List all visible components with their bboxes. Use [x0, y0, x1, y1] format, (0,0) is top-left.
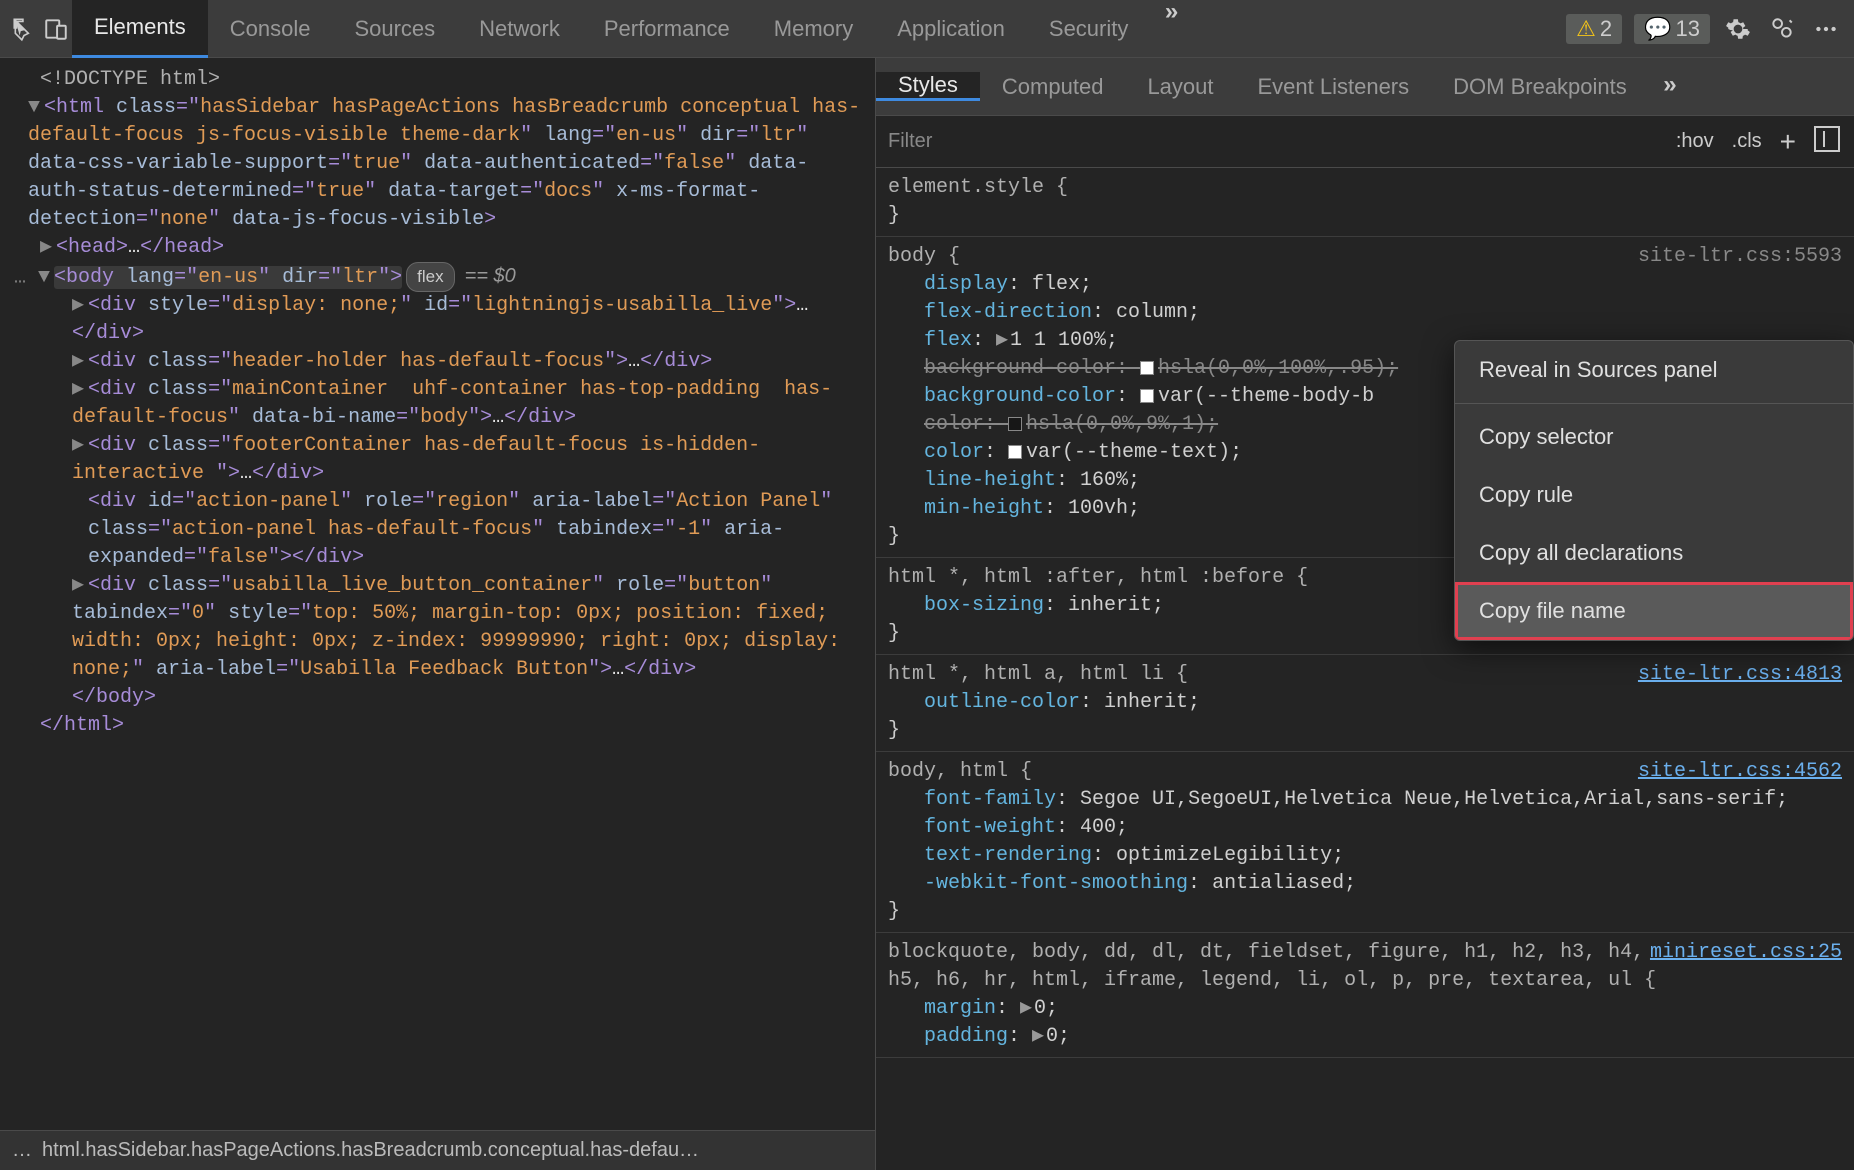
color-swatch-icon[interactable]	[1140, 389, 1154, 403]
main-toolbar: Elements Console Sources Network Perform…	[0, 0, 1854, 58]
div-lightning[interactable]: ▶<div style="display: none;" id="lightni…	[14, 292, 865, 348]
main-area: <!DOCTYPE html> ▼<html class="hasSidebar…	[0, 58, 1854, 1170]
breadcrumb-dots: …	[12, 1139, 32, 1162]
menu-copy-declarations[interactable]: Copy all declarations	[1455, 524, 1853, 582]
tab-performance[interactable]: Performance	[582, 0, 752, 58]
color-swatch-icon[interactable]	[1008, 445, 1022, 459]
settings-icon[interactable]	[1722, 13, 1754, 45]
toolbar-left	[0, 13, 72, 45]
body-html-rule[interactable]: site-ltr.css:4562 body, html { font-fami…	[876, 752, 1854, 933]
dollar-zero: == $0	[465, 265, 516, 287]
cls-button[interactable]: .cls	[1732, 130, 1762, 153]
toolbar-right: 2 13	[1566, 13, 1854, 45]
reset-rule[interactable]: minireset.css:25 blockquote, body, dd, d…	[876, 933, 1854, 1058]
div-main[interactable]: ▶<div class="mainContainer uhf-container…	[14, 376, 865, 432]
menu-copy-rule[interactable]: Copy rule	[1455, 466, 1853, 524]
source-link[interactable]: site-ltr.css:4813	[1638, 661, 1842, 689]
color-swatch-icon[interactable]	[1140, 361, 1154, 375]
customize-icon[interactable]	[1766, 13, 1798, 45]
warning-count: 2	[1600, 16, 1612, 42]
div-header[interactable]: ▶<div class="header-holder has-default-f…	[14, 348, 865, 376]
warnings-badge[interactable]: 2	[1566, 14, 1622, 44]
flex-pill: flex	[406, 262, 454, 292]
message-count: 13	[1676, 16, 1700, 42]
dom-tree[interactable]: <!DOCTYPE html> ▼<html class="hasSidebar…	[0, 58, 875, 1130]
breadcrumb-path[interactable]: html.hasSidebar.hasPageActions.hasBreadc…	[42, 1139, 699, 1162]
tab-computed[interactable]: Computed	[980, 74, 1126, 100]
main-tabs: Elements Console Sources Network Perform…	[72, 0, 1193, 58]
div-usabilla[interactable]: ▶<div class="usabilla_live_button_contai…	[14, 572, 865, 684]
more-icon[interactable]	[1810, 13, 1842, 45]
messages-badge[interactable]: 13	[1634, 14, 1710, 44]
body-close[interactable]: </body>	[14, 684, 865, 712]
html-close[interactable]: </html>	[14, 712, 865, 740]
tab-elements[interactable]: Elements	[72, 0, 208, 58]
element-style-rule[interactable]: element.style { }	[876, 168, 1854, 237]
tab-layout[interactable]: Layout	[1125, 74, 1235, 100]
source-link[interactable]: minireset.css:25	[1650, 939, 1842, 967]
tab-styles[interactable]: Styles	[876, 72, 980, 101]
more-styles-tabs-icon[interactable]: »	[1649, 73, 1691, 100]
breadcrumb[interactable]: … html.hasSidebar.hasPageActions.hasBrea…	[0, 1130, 875, 1170]
head-node[interactable]: ▶<head>…</head>	[14, 234, 865, 262]
warning-icon	[1576, 16, 1596, 42]
styles-content[interactable]: element.style { } site-ltr.css:5593 body…	[876, 168, 1854, 1170]
hov-button[interactable]: :hov	[1676, 130, 1714, 153]
elements-panel: <!DOCTYPE html> ▼<html class="hasSidebar…	[0, 58, 876, 1170]
div-action-panel[interactable]: <div id="action-panel" role="region" ari…	[14, 488, 865, 572]
tab-dom-breakpoints[interactable]: DOM Breakpoints	[1431, 74, 1649, 100]
body-node-selected[interactable]: … ▼<body lang="en-us" dir="ltr">flex== $…	[14, 262, 865, 292]
context-menu: Reveal in Sources panel Copy selector Co…	[1454, 340, 1854, 641]
doctype[interactable]: <!DOCTYPE html>	[14, 66, 865, 94]
styles-tabs: Styles Computed Layout Event Listeners D…	[876, 58, 1854, 116]
tab-memory[interactable]: Memory	[752, 0, 875, 58]
message-icon	[1644, 16, 1671, 42]
tab-security[interactable]: Security	[1027, 0, 1150, 58]
styles-toolbar: :hov .cls +	[876, 116, 1854, 168]
tab-console[interactable]: Console	[208, 0, 333, 58]
tab-event-listeners[interactable]: Event Listeners	[1236, 74, 1432, 100]
source-link[interactable]: site-ltr.css:4562	[1638, 758, 1842, 786]
color-swatch-icon[interactable]	[1008, 417, 1022, 431]
tab-sources[interactable]: Sources	[332, 0, 457, 58]
html-a-li-rule[interactable]: site-ltr.css:4813 html *, html a, html l…	[876, 655, 1854, 752]
menu-reveal-sources[interactable]: Reveal in Sources panel	[1455, 341, 1853, 399]
new-rule-icon[interactable]: +	[1780, 126, 1796, 158]
styles-panel: Styles Computed Layout Event Listeners D…	[876, 58, 1854, 1170]
menu-copy-file-name[interactable]: Copy file name	[1455, 582, 1853, 640]
inspect-icon[interactable]	[8, 13, 40, 45]
html-open[interactable]: ▼<html class="hasSidebar hasPageActions …	[14, 94, 865, 234]
layout-icon[interactable]	[1814, 126, 1840, 158]
more-tabs-icon[interactable]: »	[1150, 0, 1192, 58]
source-link[interactable]: site-ltr.css:5593	[1638, 243, 1842, 271]
menu-copy-selector[interactable]: Copy selector	[1455, 408, 1853, 466]
device-toggle-icon[interactable]	[40, 13, 72, 45]
tab-application[interactable]: Application	[875, 0, 1027, 58]
filter-input[interactable]	[888, 130, 1676, 153]
div-footer[interactable]: ▶<div class="footerContainer has-default…	[14, 432, 865, 488]
tab-network[interactable]: Network	[457, 0, 582, 58]
